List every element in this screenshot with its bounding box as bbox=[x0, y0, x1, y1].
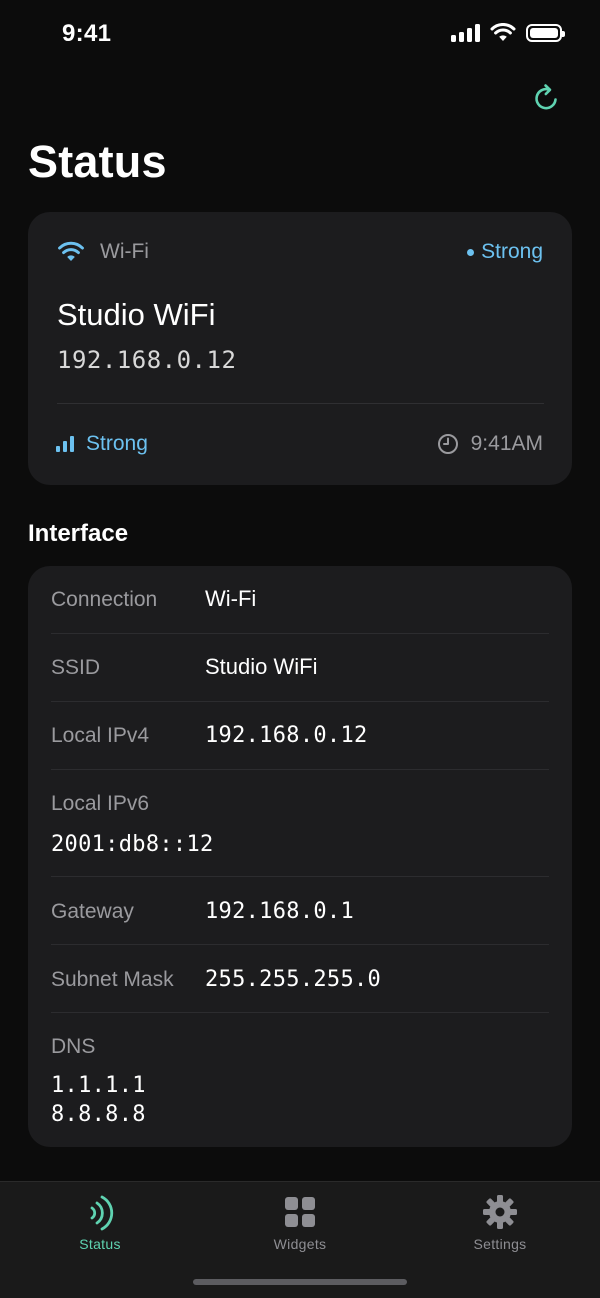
clock-icon bbox=[437, 434, 458, 454]
signal-bar bbox=[63, 441, 67, 452]
signal-strength-label: Strong bbox=[86, 432, 148, 455]
battery-icon bbox=[526, 23, 565, 42]
detail-row-subnet-mask: Subnet Mask 255.255.255.0 bbox=[51, 945, 549, 1013]
signal-bar bbox=[56, 446, 60, 452]
tab-label: Status bbox=[79, 1236, 121, 1252]
detail-value: Studio WiFi bbox=[205, 654, 318, 679]
dns-server-1: 1.1.1.1 bbox=[51, 1073, 146, 1098]
section-title-interface: Interface bbox=[28, 520, 129, 547]
last-updated-time: 9:41AM bbox=[470, 432, 543, 455]
status-screen: 9:41 Status Wi-Fi Strong Studio WiFi 192… bbox=[0, 0, 600, 1298]
detail-label: Subnet Mask bbox=[51, 968, 174, 991]
network-ip-address: 192.168.0.12 bbox=[57, 346, 237, 374]
detail-row-local-ipv4: Local IPv4 192.168.0.12 bbox=[51, 702, 549, 770]
detail-value: 192.168.0.1 bbox=[205, 899, 354, 924]
signal-bar bbox=[70, 436, 74, 452]
wifi-icon bbox=[58, 241, 84, 261]
detail-label: Gateway bbox=[51, 900, 134, 923]
system-status-bar: 9:41 bbox=[0, 0, 600, 70]
clock: 9:41 bbox=[62, 20, 112, 47]
detail-value: 192.168.0.12 bbox=[205, 723, 368, 748]
detail-label: SSID bbox=[51, 656, 101, 679]
refresh-icon[interactable] bbox=[530, 82, 562, 114]
tab-status[interactable]: Status bbox=[0, 1192, 200, 1252]
page-title: Status bbox=[28, 136, 167, 187]
wifi-status-icon bbox=[490, 23, 516, 41]
detail-row-local-ipv6: Local IPv6 2001:db8::12 bbox=[51, 770, 549, 877]
system-indicators bbox=[451, 23, 565, 42]
tab-label: Widgets bbox=[273, 1236, 327, 1252]
detail-value: 2001:db8::12 bbox=[51, 832, 214, 857]
signal-status-text: Strong bbox=[481, 240, 543, 263]
detail-row-connection: Connection Wi-Fi bbox=[51, 566, 549, 634]
connection-type-label: Wi-Fi bbox=[100, 240, 149, 263]
signal-strength: Strong bbox=[56, 432, 148, 456]
network-name: Studio WiFi bbox=[57, 297, 216, 332]
tab-widgets[interactable]: Widgets bbox=[200, 1192, 400, 1252]
interface-details-card: Connection Wi-Fi SSID Studio WiFi Local … bbox=[28, 566, 572, 1147]
status-dot-icon bbox=[467, 248, 475, 256]
home-indicator[interactable] bbox=[193, 1279, 407, 1285]
detail-row-ssid: SSID Studio WiFi bbox=[51, 634, 549, 702]
last-updated: 9:41AM bbox=[437, 432, 543, 456]
tab-settings[interactable]: Settings bbox=[400, 1192, 600, 1252]
detail-value: Wi-Fi bbox=[205, 586, 257, 611]
signal-bars-icon bbox=[56, 436, 74, 452]
grid-icon bbox=[285, 1197, 315, 1227]
detail-row-gateway: Gateway 192.168.0.1 bbox=[51, 877, 549, 945]
tab-label: Settings bbox=[473, 1236, 527, 1252]
signal-waves-icon bbox=[90, 1195, 114, 1231]
detail-label: Local IPv6 bbox=[51, 792, 150, 815]
gear-icon bbox=[483, 1195, 517, 1229]
detail-label: Connection bbox=[51, 588, 158, 611]
signal-status-badge: Strong bbox=[467, 240, 543, 264]
detail-label: DNS bbox=[51, 1035, 96, 1058]
card-divider bbox=[57, 403, 544, 404]
detail-row-dns: DNS 1.1.1.1 8.8.8.8 bbox=[51, 1013, 549, 1147]
detail-label: Local IPv4 bbox=[51, 724, 150, 747]
detail-value: 255.255.255.0 bbox=[205, 967, 382, 992]
cellular-signal-icon bbox=[451, 23, 480, 42]
dns-server-2: 8.8.8.8 bbox=[51, 1102, 146, 1127]
